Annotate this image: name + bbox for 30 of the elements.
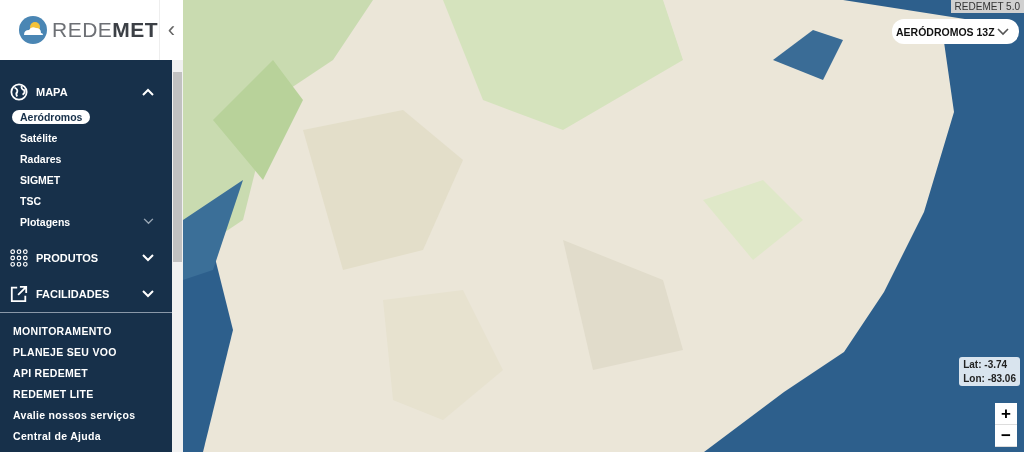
logo-icon: [18, 15, 48, 45]
section-label: FACILIDADES: [36, 288, 111, 300]
version-label: REDEMET 5.0: [950, 0, 1024, 13]
nav-link[interactable]: PLANEJE SEU VOO: [13, 342, 117, 363]
longitude-text: Lon: -83.06: [963, 373, 1016, 384]
section-label: PRODUTOS: [36, 252, 100, 264]
logo-text: REDEMET: [52, 18, 159, 42]
scrollbar[interactable]: [172, 60, 183, 452]
chevron-icon: [997, 27, 1009, 36]
submenu-item[interactable]: Plotagens: [12, 214, 79, 229]
submenu-item[interactable]: TSC: [12, 193, 49, 208]
latitude-text: Lat: -3.74: [963, 359, 1009, 370]
submenu-item[interactable]: Radares: [12, 151, 70, 166]
submenu-item[interactable]: SIGMET: [12, 172, 69, 187]
section-label: MAPA: [36, 86, 69, 98]
submenu-item[interactable]: Satélite: [12, 130, 66, 145]
nav-link[interactable]: MONITORAMENTO: [13, 321, 112, 342]
external-link-icon: [10, 285, 28, 303]
zoom-in-button[interactable]: +: [995, 403, 1017, 425]
globe-icon: [10, 83, 28, 101]
nav-link[interactable]: Avalie nossos serviços: [13, 405, 136, 426]
nav-link[interactable]: REDEMET LITE: [13, 384, 94, 405]
menu-section[interactable]: PRODUTOS: [0, 240, 172, 276]
layer-dropdown[interactable]: AERÓDROMOS 13Z: [892, 19, 1019, 44]
menu-section[interactable]: FACILIDADES: [0, 276, 172, 312]
nav-link[interactable]: API REDEMET: [13, 363, 89, 384]
menu-section[interactable]: MAPA: [0, 74, 172, 110]
nav-link[interactable]: Central de Ajuda: [13, 426, 101, 447]
submenu-item[interactable]: Aeródromos: [12, 109, 91, 124]
grid-icon: [10, 249, 28, 267]
